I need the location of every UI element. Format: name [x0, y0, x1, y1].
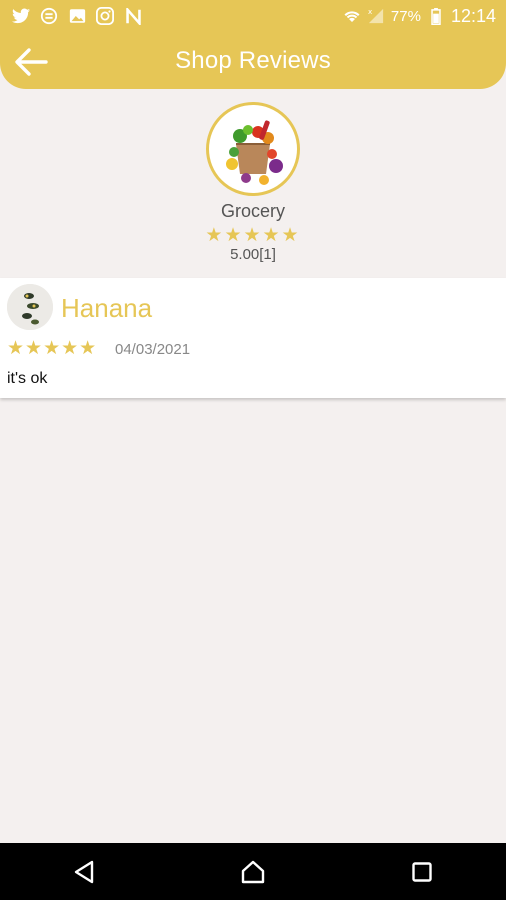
review-text: it's ok — [7, 370, 48, 387]
nav-home-button[interactable] — [233, 852, 273, 892]
review-date: 04/03/2021 — [115, 341, 191, 358]
app-header: x 77% 12:14 Shop Reviews — [0, 0, 506, 89]
shop-logo — [206, 102, 300, 196]
n-app-icon — [124, 7, 142, 25]
status-system: x 77% 12:14 — [343, 6, 506, 27]
square-recents-icon — [411, 861, 432, 882]
grocery-bag-image — [210, 106, 296, 192]
review-card: Hanana ★★★★★ 04/03/2021 it's ok — [0, 278, 506, 398]
nav-back-button[interactable] — [64, 852, 104, 892]
page-title: Shop Reviews — [175, 46, 331, 74]
review-rating-stars: ★★★★★ — [7, 338, 98, 359]
reviewer-name: Hanana — [61, 293, 153, 323]
back-button[interactable] — [10, 42, 52, 82]
shop-rating-score: 5.00[1] — [230, 246, 276, 263]
nav-recents-button[interactable] — [402, 852, 442, 892]
image-icon — [68, 7, 86, 25]
shop-rating-stars: ★★★★★ — [205, 225, 301, 246]
sync-icon — [40, 7, 58, 25]
triangle-back-icon — [75, 860, 94, 883]
arrow-left-icon — [15, 48, 48, 76]
toolbar: Shop Reviews — [0, 32, 506, 89]
reviewer-avatar — [7, 284, 53, 330]
status-bar: x 77% 12:14 — [0, 0, 506, 32]
clock: 12:14 — [450, 5, 496, 26]
instagram-icon — [96, 7, 114, 25]
signal-icon: x — [367, 7, 385, 25]
battery-icon — [427, 7, 445, 25]
shop-name: Grocery — [220, 201, 285, 221]
home-icon — [241, 860, 265, 883]
system-navigation-bar — [0, 843, 506, 900]
twitter-icon — [12, 7, 30, 25]
status-notifications — [0, 7, 142, 25]
wifi-icon — [343, 7, 361, 25]
svg-text:x: x — [368, 8, 372, 16]
battery-percent: 77% — [390, 7, 421, 25]
